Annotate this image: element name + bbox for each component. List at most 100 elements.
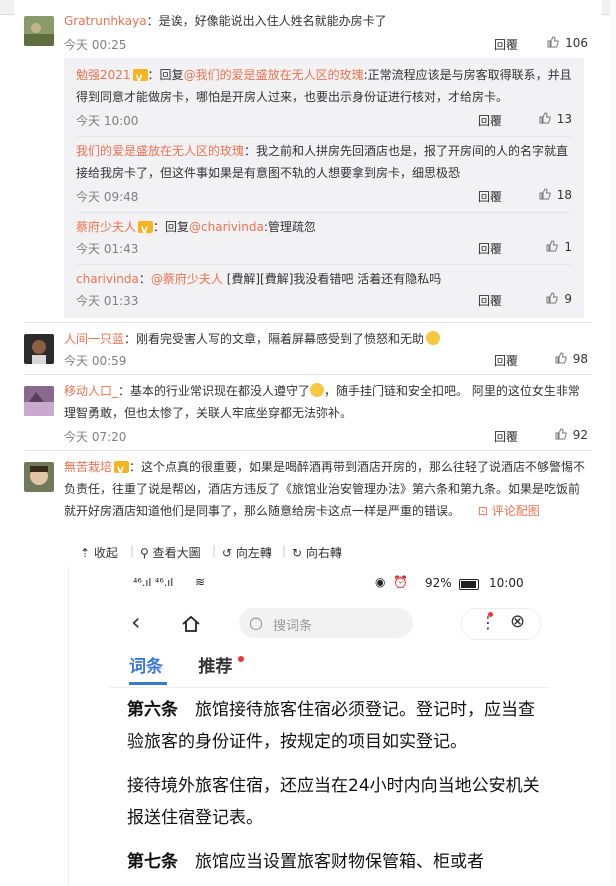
comment-time: 今天 01:43 xyxy=(76,242,139,256)
reply-button[interactable]: 回覆 xyxy=(478,188,502,205)
sub-reply-body: charivinda：@蔡府少夫人 [費解][費解]我没看错吧 活着还有隐私吗 xyxy=(76,268,572,290)
comment-time: 今天 00:59 xyxy=(64,354,127,368)
toolbar-divider: | xyxy=(130,544,135,558)
comment-time: 今天 09:48 xyxy=(76,190,139,204)
article-title: 第六条 xyxy=(127,700,178,720)
mention-link[interactable]: @蔡府少夫人 xyxy=(151,272,223,286)
reply-button[interactable]: 回覆 xyxy=(478,240,502,257)
avatar[interactable] xyxy=(24,334,54,364)
username-link[interactable]: 人间一只蓝 xyxy=(64,332,124,346)
paragraph-foreign-guests: 接待境外旅客住宿，还应当在24小时内向当地公安机关报送住宿登记表。 xyxy=(127,776,540,828)
like-count: 1 xyxy=(564,240,572,254)
thumb-up-icon xyxy=(539,112,551,124)
rotate-right-button[interactable]: ↻ 向右轉 xyxy=(292,544,342,561)
avatar[interactable] xyxy=(24,462,54,492)
avatar-image-icon xyxy=(24,386,54,416)
vip-badge-icon xyxy=(138,220,154,242)
comment-text: ：基本的行业常识现在都没人遵守了 xyxy=(118,384,311,398)
divider xyxy=(76,136,572,137)
like-count: 18 xyxy=(556,188,572,202)
divider xyxy=(76,264,572,265)
like-button[interactable]: 98 xyxy=(555,352,588,366)
search-icon: ○ xyxy=(249,613,263,632)
collapse-button[interactable]: ⇡ 收起 xyxy=(80,544,118,561)
notification-dot-icon xyxy=(237,656,244,662)
sub-reply-text: [費解][費解]我没看错吧 活着还有隐私吗 xyxy=(222,272,442,286)
username-link[interactable]: Gratrunhkaya xyxy=(64,14,147,28)
username-link[interactable]: 我们的爱是盛放在无人区的玫瑰 xyxy=(76,144,244,158)
avatar[interactable] xyxy=(24,16,54,46)
username-link[interactable]: charivinda xyxy=(76,272,139,286)
avatar-image-icon xyxy=(24,16,54,46)
thumb-up-icon xyxy=(546,292,558,304)
comment-picture[interactable]: ⁴⁶.ıl ⁴⁶.ıl ≋ ◉ ⏰ 92% 10:00 ‹ ○ 搜词条 ⋮ ⊗ … xyxy=(68,566,593,886)
scrollbar[interactable] xyxy=(610,0,616,886)
collapse-icon: ⇡ xyxy=(80,546,91,560)
comment-time: 今天 01:33 xyxy=(76,294,139,308)
vip-badge-icon xyxy=(132,68,148,90)
notification-dot-icon xyxy=(488,612,493,617)
clock: 10:00 xyxy=(489,576,524,590)
back-arrow-icon[interactable]: ‹ xyxy=(131,608,141,636)
signal-icon: ⁴⁶.ıl ⁴⁶.ıl xyxy=(133,576,174,589)
like-button[interactable]: 13 xyxy=(539,112,572,126)
alarm-icon: ⏰ xyxy=(393,575,408,589)
comment-picture-link[interactable]: ⊡ 评论配图 xyxy=(478,504,540,518)
divider xyxy=(24,450,592,451)
comment-body: 移动人口_：基本的行业常识现在都没人遵守了 ，随手挂门链和安全扣吧。 阿里的这位女… xyxy=(64,380,588,424)
close-circle-icon[interactable]: ⊗ xyxy=(510,611,525,632)
comment-meta: 今天 00:59 回覆 98 xyxy=(64,352,588,372)
home-icon[interactable] xyxy=(181,614,201,634)
thumb-up-icon xyxy=(555,428,567,440)
sub-reply-body: 勉强2021：回复@我们的爱是盛放在无人区的玫瑰:正常流程应该是与房客取得联系，… xyxy=(76,64,572,108)
paragraph-article-7: 第七条 旅馆应当设置旅客财物保管箱、柜或者 xyxy=(127,852,484,872)
rotate-left-icon: ↺ xyxy=(222,546,233,560)
rotate-left-button[interactable]: ↺ 向左轉 xyxy=(222,544,272,561)
reply-button[interactable]: 回覆 xyxy=(478,292,502,309)
reply-button[interactable]: 回覆 xyxy=(478,112,502,129)
avatar-image-icon xyxy=(24,334,54,364)
tab-recommend[interactable]: 推荐 xyxy=(198,657,232,677)
like-button[interactable]: 106 xyxy=(547,36,588,50)
like-count: 9 xyxy=(564,292,572,306)
tab-entries[interactable]: 词条 xyxy=(129,657,163,677)
like-button[interactable]: 18 xyxy=(539,188,572,202)
article-title: 第七条 xyxy=(127,852,178,872)
like-button[interactable]: 92 xyxy=(555,428,588,442)
toolbar-divider: | xyxy=(282,544,287,558)
mention-link[interactable]: @charivinda xyxy=(189,220,264,234)
like-count: 13 xyxy=(556,112,572,126)
view-large-button[interactable]: ⚲ 查看大圖 xyxy=(140,544,201,561)
picture-toolbar: ⇡ 收起 | ⚲ 查看大圖 | ↺ 向左轉 | ↻ 向右轉 xyxy=(68,538,588,564)
paragraph-article-6: 第六条 旅馆接待旅客住宿必须登记。登记时，应当查验旅客的身份证件，按规定的项目如… xyxy=(127,700,535,752)
like-count: 98 xyxy=(572,352,588,366)
like-count: 92 xyxy=(572,428,588,442)
reply-button[interactable]: 回覆 xyxy=(494,352,518,369)
like-button[interactable]: 1 xyxy=(546,240,572,254)
comment-text: ：是诶，好像能说出入住人姓名就能办房卡了 xyxy=(146,14,387,28)
comment-time: 今天 00:25 xyxy=(64,38,127,52)
mention-link[interactable]: @我们的爱是盛放在无人区的玫瑰 xyxy=(184,68,364,82)
reply-button[interactable]: 回覆 xyxy=(494,36,518,53)
reply-prefix: ：回复 xyxy=(147,68,184,82)
divider xyxy=(76,212,572,213)
divider xyxy=(24,322,592,323)
comment-time: 今天 07:20 xyxy=(64,430,127,444)
phone-tabs: 词条 推荐 xyxy=(129,652,244,682)
like-button[interactable]: 9 xyxy=(546,292,572,306)
username-link[interactable]: 勉强2021 xyxy=(76,68,131,82)
smile-emoji-icon xyxy=(310,383,325,397)
sub-reply-meta: 今天 01:43 回覆 1 xyxy=(76,240,572,260)
sub-reply-body: 蔡府少夫人 ：回复@charivinda:管理疏忽 xyxy=(76,216,572,242)
reply-prefix: ：回复 xyxy=(153,220,190,234)
avatar[interactable] xyxy=(24,386,54,416)
reply-button[interactable]: 回覆 xyxy=(494,428,518,445)
username-link[interactable]: 移动人口_ xyxy=(64,384,118,398)
search-input[interactable]: ○ 搜词条 xyxy=(239,608,413,638)
username-link[interactable]: 無苦栽培 xyxy=(64,460,112,474)
sub-reply-body: 我们的爱是盛放在无人区的玫瑰：我之前和人拼房先回酒店也是，报了开房间的人的名字就… xyxy=(76,140,572,184)
sub-reply-text: :管理疏忽 xyxy=(263,220,316,234)
thumb-up-icon xyxy=(546,240,558,252)
battery-icon xyxy=(459,579,479,590)
username-link[interactable]: 蔡府少夫人 xyxy=(76,220,136,234)
